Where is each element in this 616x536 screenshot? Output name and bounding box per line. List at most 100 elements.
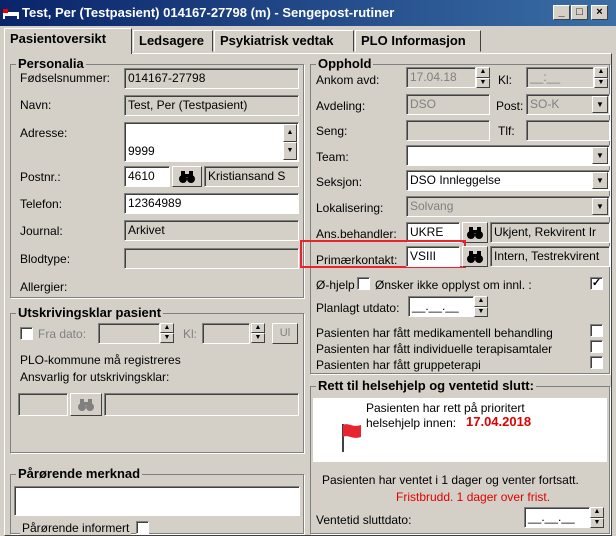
seksjon-select[interactable]: DSO Innleggelse bbox=[406, 170, 610, 191]
gruppeterapi-checkbox[interactable] bbox=[590, 356, 603, 369]
team-label: Team: bbox=[316, 150, 349, 164]
scroll-down-button[interactable]: ▼ bbox=[283, 142, 297, 160]
fra-dato-field bbox=[98, 323, 160, 344]
blodtype-field bbox=[124, 248, 299, 269]
spin-down-button[interactable]: ▼ bbox=[590, 518, 604, 528]
binoculars-icon bbox=[78, 399, 94, 411]
navn-field: Test, Per (Testpasient) bbox=[124, 95, 299, 116]
parorende-informert-label: Pårørende informert bbox=[20, 521, 132, 535]
binoculars-icon bbox=[179, 171, 195, 183]
rett-date: 17.04.2018 bbox=[466, 414, 532, 429]
flag-icon bbox=[342, 424, 361, 452]
avdeling-label: Avdeling: bbox=[316, 99, 366, 113]
spin-down-button[interactable]: ▼ bbox=[476, 78, 490, 88]
lokalisering-label: Lokalisering: bbox=[316, 201, 384, 215]
fra-dato-label: Fra dato: bbox=[38, 327, 87, 341]
journal-field: Arkivet bbox=[124, 220, 299, 241]
utskriving-title: Utskrivingsklar pasient bbox=[16, 305, 164, 320]
chevron-down-icon[interactable]: ▼ bbox=[592, 172, 608, 189]
tab-label: Psykiatrisk vedtak bbox=[220, 33, 334, 48]
medikamentell-checkbox[interactable] bbox=[590, 324, 603, 337]
ansvarlig-lookup-button[interactable] bbox=[70, 393, 102, 416]
ankom-field: 17.04.18 bbox=[406, 67, 476, 88]
rett-line2: helsehjelp innen: bbox=[366, 416, 457, 430]
bed-icon bbox=[3, 9, 19, 19]
journal-label: Journal: bbox=[20, 224, 63, 238]
team-select[interactable] bbox=[406, 145, 610, 166]
postnr-field[interactable]: 4610 bbox=[124, 166, 170, 187]
spin-up-button[interactable]: ▲ bbox=[594, 67, 608, 78]
ankom-label: Ankom avd: bbox=[316, 73, 380, 87]
window-title: Test, Per (Testpasient) 014167-27798 (m)… bbox=[22, 5, 395, 20]
navn-label: Navn: bbox=[20, 98, 52, 112]
chevron-down-icon[interactable]: ▼ bbox=[592, 147, 608, 164]
ventetid-field[interactable]: __.__.__ bbox=[524, 507, 590, 528]
tab-ledsagere[interactable]: Ledsagere bbox=[133, 30, 213, 52]
parorende-informert-checkbox[interactable] bbox=[136, 521, 149, 534]
primaerkontakt-lookup-button[interactable] bbox=[462, 246, 488, 267]
personalia-title: Personalia bbox=[16, 56, 86, 71]
parorende-merknad-field[interactable] bbox=[14, 486, 300, 516]
lokalisering-select[interactable]: Solvang bbox=[406, 196, 610, 217]
tab-psykiatrisk-vedtak[interactable]: Psykiatrisk vedtak bbox=[214, 30, 354, 52]
spin-down-button[interactable]: ▼ bbox=[160, 333, 174, 343]
seksjon-label: Seksjon: bbox=[316, 175, 363, 189]
fristbrudd-text: Fristbrudd. 1 dager over frist. bbox=[396, 490, 551, 504]
kl-label: Kl: bbox=[498, 73, 513, 87]
kl-label: Kl: bbox=[183, 327, 198, 341]
ansvarlig-label: Ansvarlig for utskrivingsklar: bbox=[20, 370, 170, 384]
maximize-button[interactable]: □ bbox=[571, 5, 588, 20]
tab-label: Ledsagere bbox=[139, 33, 205, 48]
tab-plo-informasjon[interactable]: PLO Informasjon bbox=[355, 30, 481, 52]
check1-label: Pasienten har fått medikamentell behandl… bbox=[316, 326, 553, 340]
kl-field: __:__ bbox=[526, 67, 594, 88]
opphold-title: Opphold bbox=[316, 56, 374, 71]
close-button[interactable]: × bbox=[591, 5, 608, 20]
terapisamtaler-checkbox[interactable] bbox=[590, 340, 603, 353]
spin-down-button[interactable]: ▼ bbox=[474, 307, 488, 317]
ventetid-label: Ventetid sluttdato: bbox=[316, 513, 412, 527]
title-bar: Test, Per (Testpasient) 014167-27798 (m)… bbox=[0, 0, 616, 26]
ul-button[interactable]: Ul bbox=[272, 323, 298, 344]
spin-up-button[interactable]: ▲ bbox=[590, 507, 604, 518]
utdato-label: Planlagt utdato: bbox=[316, 301, 400, 315]
adresse-label: Adresse: bbox=[20, 126, 68, 140]
telefon-field[interactable]: 12364989 bbox=[124, 193, 299, 214]
adresse-field[interactable]: 9999 bbox=[124, 122, 299, 162]
ansbehandler-label: Ans.behandler: bbox=[316, 227, 397, 241]
rett-title: Rett til helsehjelp og ventetid slutt: bbox=[316, 378, 536, 393]
onsker-label: Ønsker ikke opplyst om innl. : bbox=[375, 278, 532, 292]
tab-label: PLO Informasjon bbox=[361, 33, 466, 48]
primaerkontakt-label: Primærkontakt: bbox=[316, 253, 398, 267]
ohjelp-checkbox[interactable] bbox=[357, 277, 370, 290]
utdato-field[interactable]: __.__.__ bbox=[408, 296, 474, 317]
parorende-title: Pårørende merknad bbox=[16, 466, 143, 481]
primaerkontakt-name-field: Intern, Testrekvirent bbox=[490, 246, 610, 267]
primaerkontakt-code-field[interactable]: VSIII bbox=[406, 246, 460, 267]
fodselsnummer-field: 014167-27798 bbox=[124, 68, 299, 89]
poststed-field: Kristiansand S bbox=[204, 166, 299, 187]
fra-dato-checkbox[interactable] bbox=[20, 327, 33, 340]
scroll-up-button[interactable]: ▲ bbox=[283, 124, 297, 142]
spin-up-button[interactable]: ▲ bbox=[476, 67, 490, 78]
postnr-label: Postnr.: bbox=[20, 170, 61, 184]
spin-down-button[interactable]: ▼ bbox=[594, 78, 608, 88]
check2-label: Pasienten har fått individuelle terapisa… bbox=[316, 342, 553, 356]
seng-label: Seng: bbox=[316, 124, 348, 138]
onsker-checkbox[interactable]: ✓ bbox=[590, 277, 603, 290]
chevron-down-icon[interactable]: ▼ bbox=[592, 96, 608, 113]
postnr-lookup-button[interactable] bbox=[172, 166, 202, 187]
spin-down-button[interactable]: ▼ bbox=[251, 333, 265, 343]
spin-up-button[interactable]: ▲ bbox=[474, 296, 488, 307]
minimize-button[interactable]: _ bbox=[553, 5, 570, 20]
ansvarlig-name-field bbox=[104, 393, 299, 416]
spin-up-button[interactable]: ▲ bbox=[160, 323, 174, 333]
kl-field bbox=[202, 323, 250, 344]
chevron-down-icon[interactable]: ▼ bbox=[592, 198, 608, 215]
allergier-label: Allergier: bbox=[20, 280, 68, 294]
tab-pasientoversikt[interactable]: Pasientoversikt bbox=[4, 28, 132, 54]
binoculars-icon bbox=[467, 251, 483, 263]
post-label: Post: bbox=[496, 99, 524, 113]
fodselsnummer-label: Fødselsnummer: bbox=[20, 71, 111, 85]
spin-up-button[interactable]: ▲ bbox=[251, 323, 265, 333]
